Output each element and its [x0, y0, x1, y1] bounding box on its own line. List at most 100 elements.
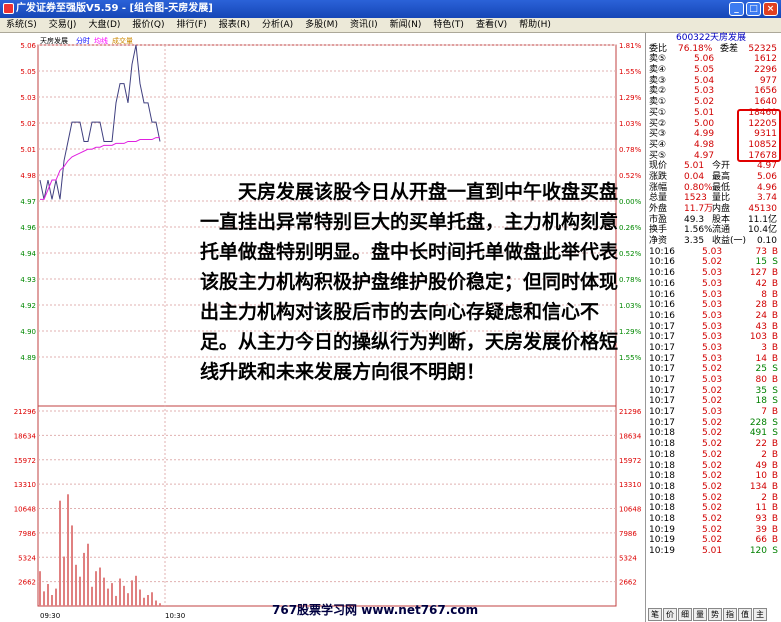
menu-item-10[interactable]: 特色(T): [427, 18, 470, 32]
tick-side: B: [771, 471, 778, 482]
stat-label: 涨跌: [649, 171, 668, 182]
menu-item-0[interactable]: 系统(S): [0, 18, 43, 32]
vol-bar-29: [155, 600, 157, 606]
vol-bar-17: [107, 588, 109, 606]
menu-item-9[interactable]: 新闻(N): [384, 18, 428, 32]
stat-label2: 最高: [712, 171, 731, 182]
wb-val: 76.18%: [678, 43, 713, 54]
sell-vol: 1612: [754, 54, 777, 65]
stat-label2: 今开: [712, 161, 731, 172]
vol-bar-20: [119, 578, 121, 606]
maximize-button[interactable]: □: [746, 2, 761, 16]
buy-price: 5.01: [694, 107, 715, 118]
tick-vol: 8: [761, 289, 767, 300]
tick-price: 5.03: [702, 353, 723, 364]
tick-time: 10:18: [649, 513, 675, 524]
stat-val2: 5.06: [756, 171, 777, 182]
vol-bar-13: [91, 586, 93, 606]
close-button[interactable]: ×: [763, 2, 778, 16]
menu-item-11[interactable]: 查看(V): [470, 18, 513, 32]
tick-price: 5.03: [702, 332, 723, 343]
tab-1[interactable]: 价: [663, 608, 677, 621]
tick-side: S: [772, 385, 778, 396]
stat2-label: 市盈: [649, 214, 668, 225]
menu-item-7[interactable]: 多股(M): [299, 18, 344, 32]
tab-7[interactable]: 主: [753, 608, 767, 621]
tick-side: S: [772, 417, 778, 428]
pct-label-1: 1.55%: [619, 68, 642, 76]
vol-bar-4: [55, 588, 57, 606]
tick-vol: 2: [761, 492, 767, 503]
tab-5[interactable]: 指: [723, 608, 737, 621]
tick-row-22: 10:18 5.02 134 B: [646, 482, 781, 493]
tick-time: 10:17: [649, 385, 675, 396]
order-ratio-row: 委比 76.18% 委差 52325: [646, 44, 781, 55]
tick-vol: 73: [755, 246, 767, 257]
tick-side: B: [771, 481, 778, 492]
tick-time: 10:19: [649, 524, 675, 535]
tab-4[interactable]: 势: [708, 608, 722, 621]
tab-0[interactable]: 笔: [648, 608, 662, 621]
tab-2[interactable]: 细: [678, 608, 692, 621]
vol-label-r-2: 15972: [619, 457, 641, 465]
menu-item-6[interactable]: 分析(A): [256, 18, 299, 32]
tab-3[interactable]: 量: [693, 608, 707, 621]
stat-val2: 4.97: [756, 161, 777, 172]
vol-label-0: 21296: [14, 408, 37, 416]
sell-row-2: 卖③ 5.04 977: [646, 76, 781, 87]
title-bar: 广发证券至强版V5.59 - [组合图-天房发展] _ □ ×: [0, 0, 781, 18]
app-icon: [3, 3, 14, 14]
tab-6[interactable]: 值: [738, 608, 752, 621]
vol-bar-18: [111, 583, 113, 606]
pct-label-9: 0.78%: [619, 276, 642, 284]
menu-item-5[interactable]: 报表(R): [213, 18, 256, 32]
tick-side: B: [771, 449, 778, 460]
stat2-label2: 收益(一): [712, 236, 747, 247]
sell-row-4: 卖① 5.02 1640: [646, 97, 781, 108]
buy-label: 买③: [649, 129, 667, 140]
stat2-val2: 0.10: [756, 236, 777, 247]
tick-row-0: 10:16 5.03 73 B: [646, 247, 781, 258]
tick-side: B: [771, 268, 778, 279]
tick-price: 5.02: [702, 503, 723, 514]
menu-item-4[interactable]: 排行(F): [171, 18, 213, 32]
menu-item-3[interactable]: 报价(Q): [126, 18, 170, 32]
tick-side: B: [771, 460, 778, 471]
tick-side: B: [771, 492, 778, 503]
price-label-7: 4.96: [20, 224, 36, 232]
menu-item-12[interactable]: 帮助(H): [513, 18, 557, 32]
menu-item-8[interactable]: 资讯(I): [344, 18, 384, 32]
tick-price: 5.02: [702, 364, 723, 375]
tick-time: 10:19: [649, 546, 675, 556]
quote-header: 600322 天房发展: [646, 33, 781, 44]
tick-time: 10:17: [649, 396, 675, 407]
tick-time: 10:18: [649, 503, 675, 514]
tick-price: 5.02: [702, 449, 723, 460]
minimize-button[interactable]: _: [729, 2, 744, 16]
buy-price: 4.99: [694, 129, 715, 140]
tick-vol: 120: [749, 546, 767, 556]
tick-price: 5.02: [702, 396, 723, 407]
tick-side: B: [771, 375, 778, 385]
tick-price: 5.02: [702, 492, 723, 503]
tick-vol: 93: [755, 513, 767, 524]
tick-time: 10:16: [649, 268, 675, 279]
quote-panel: 600322 天房发展 委比 76.18% 委差 52325 卖⑤ 5.06 1612 卖④ 5.0…: [645, 33, 781, 622]
pct-label-2: 1.29%: [619, 94, 642, 102]
quote-tab-bar: 笔价细量势指值主: [648, 608, 768, 621]
stat2-label: 换手: [649, 225, 668, 236]
vol-bar-23: [131, 580, 133, 606]
tick-price: 5.02: [702, 535, 723, 546]
menu-item-2[interactable]: 大盘(D): [82, 18, 126, 32]
stat-val2: 4.96: [756, 182, 777, 193]
sell-vol: 2296: [754, 65, 777, 76]
pct-label-11: 1.29%: [619, 328, 642, 336]
menu-item-1[interactable]: 交易(J): [43, 18, 83, 32]
tick-time: 10:16: [649, 289, 675, 300]
quote-code: 600322: [676, 33, 711, 43]
sell-vol: 977: [759, 75, 777, 86]
tick-row-19: 10:18 5.02 2 B: [646, 450, 781, 461]
price-label-11: 4.90: [20, 328, 36, 336]
vol-bar-6: [63, 556, 65, 606]
tick-price: 5.03: [702, 310, 723, 321]
